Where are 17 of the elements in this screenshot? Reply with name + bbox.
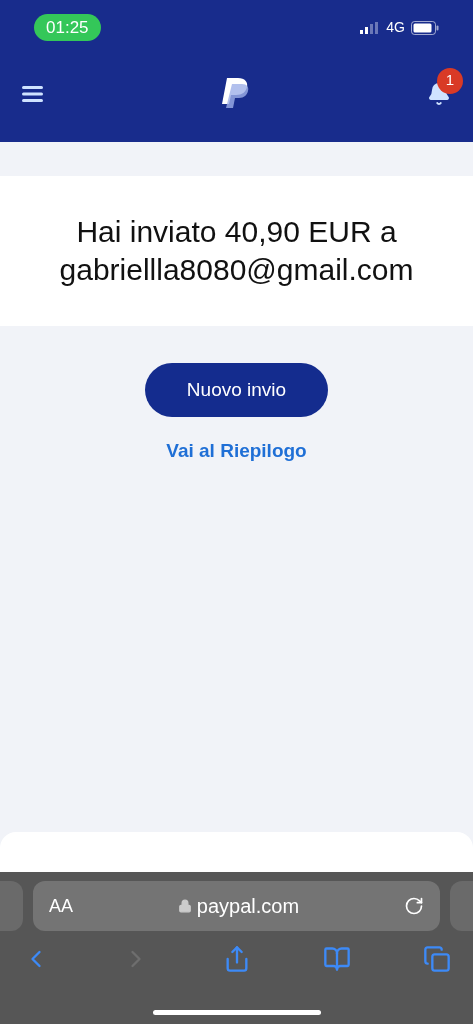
notification-badge: 1 bbox=[437, 67, 463, 94]
new-send-button[interactable]: Nuovo invio bbox=[145, 363, 328, 417]
reload-icon[interactable] bbox=[404, 896, 424, 916]
battery-icon bbox=[411, 20, 439, 35]
menu-icon[interactable] bbox=[22, 85, 43, 102]
url-text: paypal.com bbox=[196, 894, 300, 919]
time-pill: 01:25 bbox=[34, 13, 101, 42]
logo-icon[interactable] bbox=[221, 77, 249, 110]
address-bar[interactable]: AA paypal.com bbox=[33, 881, 440, 931]
confirmation-message: Hai inviato 40,90 EUR a gabriellla8080@gmail.com bbox=[58, 214, 415, 288]
lock-icon bbox=[177, 899, 192, 913]
network-label: 4G bbox=[386, 18, 405, 37]
signal-icon bbox=[360, 21, 381, 34]
tabs-icon[interactable] bbox=[423, 945, 451, 973]
text-size-button[interactable]: AA bbox=[49, 892, 73, 920]
book-icon[interactable] bbox=[322, 945, 351, 973]
summary-link[interactable]: Vai al Riepilogo bbox=[166, 437, 307, 466]
